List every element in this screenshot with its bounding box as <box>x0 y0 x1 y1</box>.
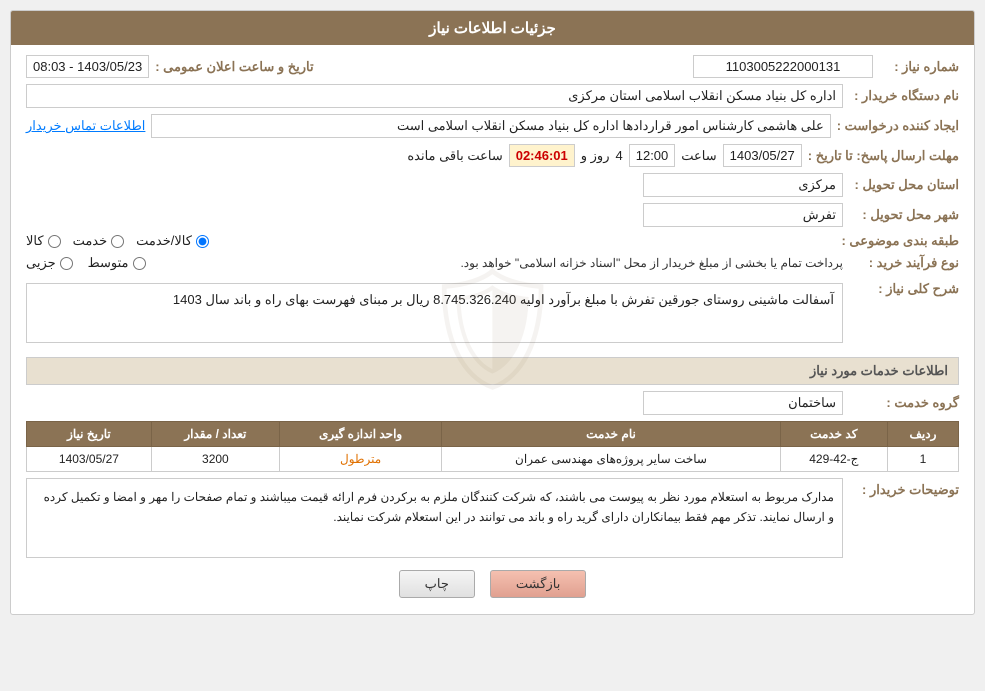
top-info-row: شماره نیاز : 1103005222000131 تاریخ و سا… <box>26 55 959 78</box>
col-تعداد: تعداد / مقدار <box>151 422 279 447</box>
ایجاد-کننده-content: علی هاشمی کارشناس امور قراردادها اداره ک… <box>26 114 831 138</box>
مهلت-مانده-label: ساعت باقی مانده <box>407 148 502 164</box>
services-table: ردیف کد خدمت نام خدمت واحد اندازه گیری ت… <box>26 421 959 472</box>
فرآیند-label: نوع فرآیند خرید : <box>849 255 959 271</box>
services-table-header-row: ردیف کد خدمت نام خدمت واحد اندازه گیری ت… <box>27 422 959 447</box>
توضیحات-label: توضیحات خریدار : <box>849 478 959 498</box>
radio-متوسط[interactable]: متوسط <box>88 255 146 271</box>
شرح-row: شرح کلی نیاز : آسفالت ماشینی روستای جورق… <box>26 277 959 349</box>
شماره-نیاز-group: شماره نیاز : 1103005222000131 <box>693 55 959 78</box>
table-row: 1ج-42-429ساخت سایر پروژه‌های مهندسی عمرا… <box>27 447 959 472</box>
مهلت-ساعت-value: 12:00 <box>629 144 676 167</box>
col-ردیف: ردیف <box>887 422 958 447</box>
شماره-نیاز-value: 1103005222000131 <box>693 55 873 78</box>
print-button[interactable]: چاپ <box>399 570 475 598</box>
شهر-row: شهر محل تحویل : تفرش <box>26 203 959 227</box>
radio-کالا-خدمت-label: کالا/خدمت <box>136 233 192 249</box>
buttons-row: بازگشت چاپ <box>26 570 959 598</box>
radio-متوسط-label: متوسط <box>88 255 129 271</box>
طبقه-row: طبقه بندی موضوعی : کالا/خدمت خدمت کالا <box>26 233 959 249</box>
توضیحات-row: توضیحات خریدار : مدارک مربوط به استعلام … <box>26 478 959 558</box>
شرح-value: آسفالت ماشینی روستای جورقین تفرش با مبلغ… <box>26 283 843 343</box>
table-cell: 1403/05/27 <box>27 447 152 472</box>
col-کد-خدمت: کد خدمت <box>780 422 887 447</box>
radio-خدمت[interactable]: خدمت <box>73 233 125 249</box>
ایجاد-کننده-row: ایجاد کننده درخواست : علی هاشمی کارشناس … <box>26 114 959 138</box>
col-نام-خدمت: نام خدمت <box>442 422 780 447</box>
تاریخ-ساعت-group: تاریخ و ساعت اعلان عمومی : 1403/05/23 - … <box>26 55 314 78</box>
اطلاعات-تماس-link[interactable]: اطلاعات تماس خریدار <box>26 118 145 134</box>
radio-جزیی-input[interactable] <box>60 257 73 270</box>
table-cell: 1 <box>887 447 958 472</box>
فرآیند-row: نوع فرآیند خرید : پرداخت تمام یا بخشی از… <box>26 255 959 271</box>
radio-خدمت-input[interactable] <box>111 235 124 248</box>
process-options: پرداخت تمام یا بخشی از مبلغ خریدار از مح… <box>26 255 843 271</box>
دستگاه-label: نام دستگاه خریدار : <box>849 88 959 104</box>
دستگاه-row: نام دستگاه خریدار : اداره کل بنیاد مسکن … <box>26 84 959 108</box>
radio-جزیی-label: جزیی <box>26 255 56 271</box>
radio-کالا[interactable]: کالا <box>26 233 61 249</box>
شهر-label: شهر محل تحویل : <box>849 207 959 223</box>
شرح-label: شرح کلی نیاز : <box>849 277 959 297</box>
card-header: جزئیات اطلاعات نیاز <box>11 11 974 45</box>
ایجاد-کننده-value: علی هاشمی کارشناس امور قراردادها اداره ک… <box>151 114 830 138</box>
طبقه-radio-group: کالا/خدمت خدمت کالا <box>26 233 835 249</box>
process-note: پرداخت تمام یا بخشی از مبلغ خریدار از مح… <box>161 256 843 270</box>
شماره-نیاز-label: شماره نیاز : <box>879 59 959 75</box>
توضیحات-value: مدارک مربوط به استعلام مورد نظر به پیوست… <box>26 478 843 558</box>
main-card: جزئیات اطلاعات نیاز 🛡 شماره نیاز : 11030… <box>10 10 975 615</box>
table-cell: 3200 <box>151 447 279 472</box>
radio-کالا-input[interactable] <box>48 235 61 248</box>
مهلت-ساعت-label: ساعت <box>681 148 716 164</box>
تاریخ-ساعت-label: تاریخ و ساعت اعلان عمومی : <box>155 59 313 75</box>
مهلت-countdown: 02:46:01 <box>509 144 575 167</box>
گروه-خدمت-value: ساختمان <box>643 391 843 415</box>
استان-row: استان محل تحویل : مرکزی <box>26 173 959 197</box>
radio-کالا-خدمت-input[interactable] <box>196 235 209 248</box>
table-cell: ساخت سایر پروژه‌های مهندسی عمران <box>442 447 780 472</box>
دستگاه-value: اداره کل بنیاد مسکن انقلاب اسلامی استان … <box>26 84 843 108</box>
table-cell: مترطول <box>279 447 441 472</box>
radio-جزیی[interactable]: جزیی <box>26 255 73 271</box>
مهلت-روز-value: 4 <box>616 148 623 163</box>
مهلت-روز-label: روز و <box>581 148 610 164</box>
radio-کالا-خدمت[interactable]: کالا/خدمت <box>136 233 209 249</box>
طبقه-label: طبقه بندی موضوعی : <box>841 233 959 249</box>
services-table-body: 1ج-42-429ساخت سایر پروژه‌های مهندسی عمرا… <box>27 447 959 472</box>
col-واحد: واحد اندازه گیری <box>279 422 441 447</box>
page-title: جزئیات اطلاعات نیاز <box>429 20 556 37</box>
مهلت-label: مهلت ارسال پاسخ: تا تاریخ : <box>808 148 959 164</box>
page-wrapper: جزئیات اطلاعات نیاز 🛡 شماره نیاز : 11030… <box>0 0 985 691</box>
مهلت-fields: 1403/05/27 ساعت 12:00 4 روز و 02:46:01 س… <box>26 144 802 167</box>
شهر-value: تفرش <box>643 203 843 227</box>
گروه-خدمت-label: گروه خدمت : <box>849 395 959 411</box>
card-body: 🛡 شماره نیاز : 1103005222000131 تاریخ و … <box>11 45 974 614</box>
services-section-title: اطلاعات خدمات مورد نیاز <box>26 357 959 385</box>
services-table-head: ردیف کد خدمت نام خدمت واحد اندازه گیری ت… <box>27 422 959 447</box>
back-button[interactable]: بازگشت <box>490 570 586 598</box>
گروه-خدمت-row: گروه خدمت : ساختمان <box>26 391 959 415</box>
col-تاریخ: تاریخ نیاز <box>27 422 152 447</box>
مهلت-date: 1403/05/27 <box>723 144 802 167</box>
استان-label: استان محل تحویل : <box>849 177 959 193</box>
ایجاد-کننده-label: ایجاد کننده درخواست : <box>837 118 959 134</box>
مهلت-row: مهلت ارسال پاسخ: تا تاریخ : 1403/05/27 س… <box>26 144 959 167</box>
radio-خدمت-label: خدمت <box>73 233 108 249</box>
radio-کالا-label: کالا <box>26 233 44 249</box>
radio-متوسط-input[interactable] <box>133 257 146 270</box>
table-cell: ج-42-429 <box>780 447 887 472</box>
تاریخ-value: 1403/05/23 - 08:03 <box>26 55 149 78</box>
استان-value: مرکزی <box>643 173 843 197</box>
